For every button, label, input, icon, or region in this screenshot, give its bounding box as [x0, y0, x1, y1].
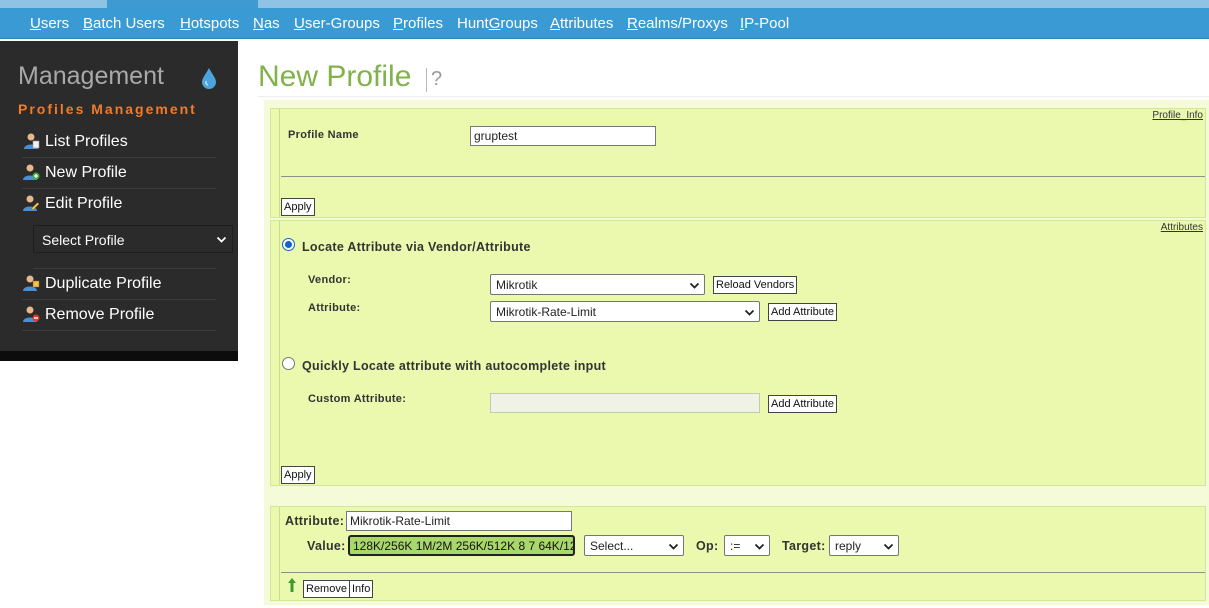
nav-batch-users[interactable]: Batch Users — [83, 15, 165, 32]
active-tab-highlight — [107, 0, 258, 8]
arrow-up-icon[interactable] — [287, 577, 297, 593]
sidebar-footer-bar — [0, 351, 238, 361]
target-select-value: reply — [835, 539, 862, 553]
locate-vendor-radio[interactable] — [282, 238, 295, 251]
profile-name-input[interactable] — [470, 126, 656, 146]
attributes-panel: Attributes Locate Attribute via Vendor/A… — [270, 220, 1206, 486]
select-profile-dropdown[interactable]: Select Profile — [33, 225, 233, 253]
attribute-select[interactable]: Mikrotik-Rate-Limit — [490, 301, 760, 322]
chevron-down-icon — [668, 543, 679, 550]
help-icon[interactable]: ? — [426, 68, 442, 92]
apply-attributes-button[interactable]: Apply — [281, 466, 315, 484]
sidebar-item-label: Duplicate Profile — [45, 275, 162, 292]
quick-locate-label: Quickly Locate attribute with autocomple… — [302, 359, 607, 373]
sidebar-item-label: Remove Profile — [45, 306, 155, 323]
custom-attribute-input[interactable] — [490, 393, 760, 413]
attribute-row-panel: Attribute: Value: 128K/256K 1M/2M 256K/5… — [270, 506, 1206, 601]
top-nav: Users Batch Users Hotspots Nas User-Grou… — [0, 8, 1209, 39]
select-profile-label: Select Profile — [42, 232, 125, 248]
attributes-link[interactable]: Attributes — [1161, 222, 1203, 233]
add-custom-attribute-button[interactable]: Add Attribute — [768, 395, 837, 413]
title-divider — [258, 96, 1209, 97]
user-add-icon — [23, 164, 40, 180]
chevron-down-icon — [689, 282, 700, 289]
panel-left-rule — [279, 221, 280, 485]
sidebar-title: Management — [18, 62, 164, 90]
panel-divider — [281, 176, 1205, 177]
chevron-down-icon — [883, 543, 894, 550]
value-select-value: Select... — [590, 539, 634, 553]
chevron-down-icon — [754, 543, 765, 550]
profile-info-panel: Profile_Info Profile Name Apply — [270, 108, 1206, 218]
nav-ip-pool[interactable]: IP-Pool — [740, 15, 789, 32]
sidebar-item-duplicate-profile[interactable]: Duplicate Profile — [22, 269, 216, 300]
sidebar-item-label: New Profile — [45, 164, 127, 181]
nav-users[interactable]: Users — [30, 15, 69, 32]
sidebar-item-new-profile[interactable]: New Profile — [22, 158, 216, 189]
sidebar: Management Profiles Management List Prof… — [0, 41, 238, 361]
info-button[interactable]: Info — [349, 580, 374, 598]
water-drop-icon — [202, 68, 216, 89]
nav-attributes[interactable]: Attributes — [550, 15, 613, 32]
row-attribute-label: Attribute: — [285, 514, 345, 528]
nav-user-groups[interactable]: User-Groups — [294, 15, 380, 32]
page-title: New Profile — [258, 60, 412, 93]
target-label: Target: — [782, 539, 826, 553]
vendor-select[interactable]: Mikrotik — [490, 274, 705, 295]
value-input[interactable]: 128K/256K 1M/2M 256K/512K 8 7 64K/128K — [348, 535, 575, 556]
quick-locate-radio[interactable] — [282, 357, 295, 370]
attribute-select-value: Mikrotik-Rate-Limit — [496, 305, 597, 319]
nav-realms-proxys[interactable]: Realms/Proxys — [627, 15, 728, 32]
panel-left-rule — [279, 109, 280, 217]
vendor-select-value: Mikrotik — [496, 278, 538, 292]
value-select[interactable]: Select... — [584, 535, 684, 556]
op-select[interactable]: := — [724, 535, 770, 556]
nav-hotspots[interactable]: Hotspots — [180, 15, 239, 32]
sidebar-subtitle: Profiles Management — [18, 101, 197, 117]
apply-button[interactable]: Apply — [281, 198, 315, 216]
user-edit-icon — [23, 195, 40, 211]
custom-attribute-label: Custom Attribute: — [308, 393, 407, 405]
nav-nas[interactable]: Nas — [253, 15, 280, 32]
nav-profiles[interactable]: Profiles — [393, 15, 443, 32]
remove-button[interactable]: Remove — [303, 580, 350, 598]
vendor-label: Vendor: — [308, 274, 352, 286]
chevron-down-icon — [216, 236, 227, 243]
panel-left-rule — [279, 507, 280, 600]
op-select-value: := — [730, 539, 741, 553]
row-attribute-input[interactable] — [346, 511, 572, 531]
profile-name-label: Profile Name — [288, 129, 359, 141]
target-select[interactable]: reply — [829, 535, 899, 556]
top-strip — [0, 0, 1209, 8]
row-divider — [281, 572, 1205, 573]
sidebar-item-remove-profile[interactable]: Remove Profile — [22, 300, 216, 331]
attribute-label: Attribute: — [308, 302, 361, 314]
sidebar-item-label: List Profiles — [45, 133, 128, 150]
sidebar-item-list-profiles[interactable]: List Profiles — [22, 127, 216, 158]
sidebar-item-edit-profile[interactable]: Edit Profile — [22, 189, 216, 220]
op-label: Op: — [696, 539, 719, 553]
user-duplicate-icon — [23, 275, 40, 291]
chevron-down-icon — [744, 309, 755, 316]
reload-vendors-button[interactable]: Reload Vendors — [713, 276, 798, 294]
locate-vendor-label: Locate Attribute via Vendor/Attribute — [302, 240, 531, 254]
profile-info-link[interactable]: Profile_Info — [1152, 110, 1203, 121]
add-attribute-button[interactable]: Add Attribute — [768, 303, 837, 321]
sidebar-item-label: Edit Profile — [45, 195, 123, 212]
nav-huntgroups[interactable]: HuntGroups — [457, 15, 538, 32]
user-remove-icon — [23, 306, 40, 322]
value-label: Value: — [307, 539, 346, 553]
user-icon — [24, 133, 40, 149]
